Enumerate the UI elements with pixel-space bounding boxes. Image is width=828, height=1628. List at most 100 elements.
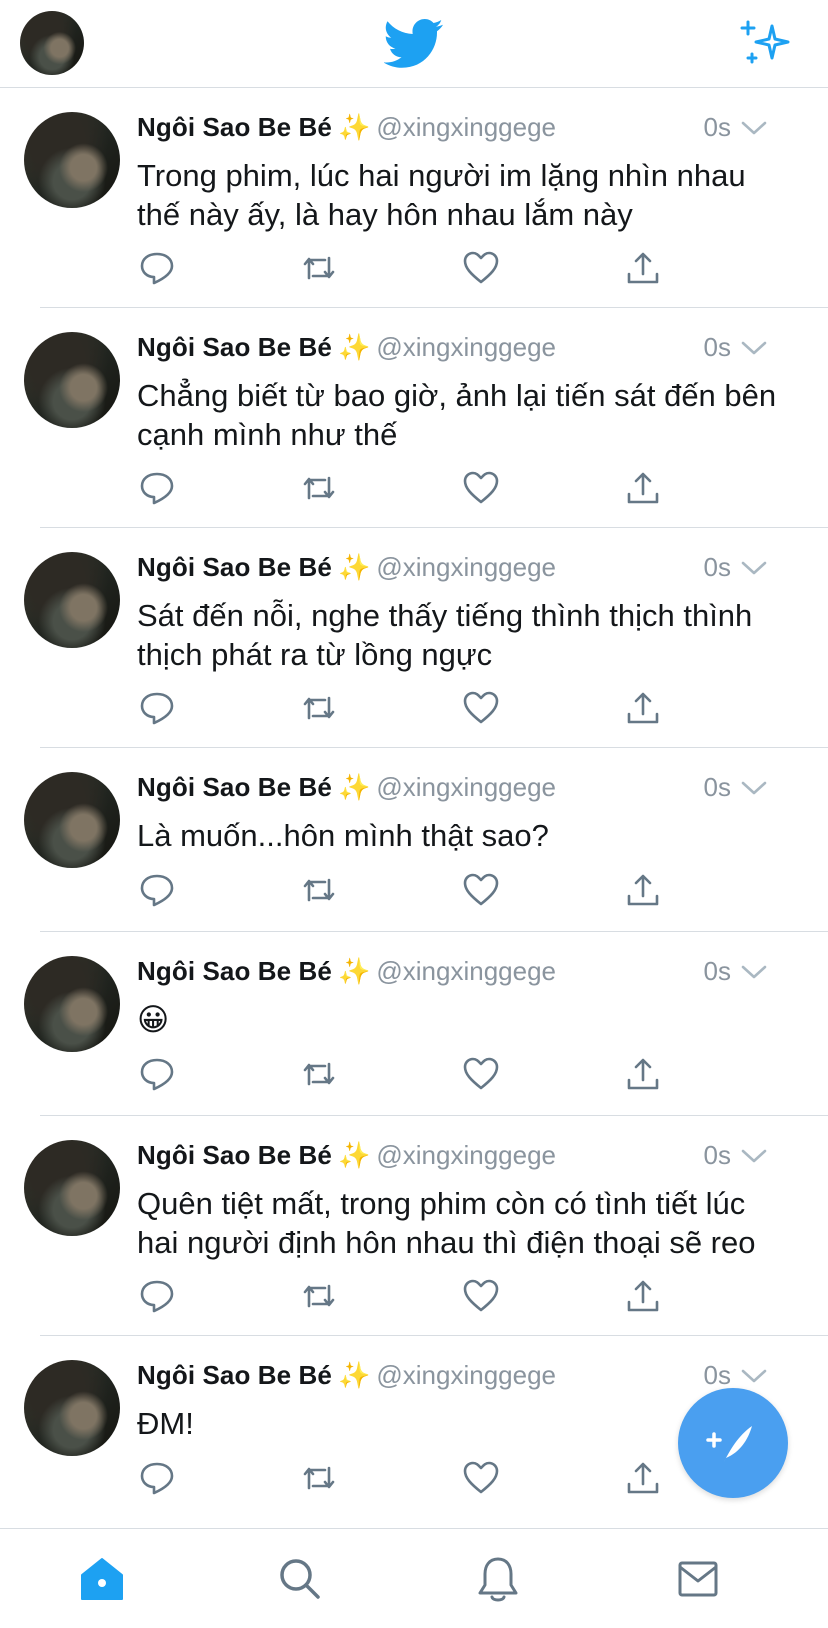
tweet-item[interactable]: Ngôi Sao Be Bé ✨ @xingxinggege 0s Trong ph… [0, 88, 828, 308]
avatar[interactable] [24, 956, 120, 1052]
tweet-text: Là muốn...hôn mình thật sao? [137, 818, 549, 853]
chevron-down-icon[interactable] [741, 1368, 767, 1384]
avatar[interactable] [24, 1360, 120, 1456]
retweet-icon[interactable] [299, 1458, 339, 1498]
display-name[interactable]: Ngôi Sao Be Bé [137, 552, 332, 582]
user-handle[interactable]: @xingxinggege [376, 1140, 556, 1170]
tweet-actions [137, 870, 717, 910]
sparkle-emoji: ✨ [338, 112, 371, 142]
tweet-header: Ngôi Sao Be Bé ✨ @xingxinggege 0s [137, 1140, 797, 1176]
retweet-icon[interactable] [299, 688, 339, 728]
search-icon[interactable] [276, 1555, 324, 1603]
sparkle-icon[interactable] [738, 18, 792, 68]
user-handle[interactable]: @xingxinggege [376, 956, 556, 986]
tweet-text: Chẳng biết từ bao giờ, ảnh lại tiến sát … [137, 378, 777, 452]
like-icon[interactable] [461, 1458, 501, 1498]
avatar[interactable] [24, 772, 120, 868]
like-icon[interactable] [461, 688, 501, 728]
tweet-actions [137, 1276, 717, 1316]
reply-icon[interactable] [137, 1276, 177, 1316]
user-handle[interactable]: @xingxinggege [376, 112, 556, 142]
twitter-bird-icon [384, 19, 443, 68]
sparkle-emoji: ✨ [338, 1360, 371, 1390]
compose-tweet-icon [706, 1426, 752, 1462]
chevron-down-icon[interactable] [741, 780, 767, 796]
messages-icon[interactable] [674, 1555, 722, 1603]
chevron-down-icon[interactable] [741, 120, 767, 136]
share-icon[interactable] [623, 870, 663, 910]
avatar[interactable] [24, 552, 120, 648]
tweet-header: Ngôi Sao Be Bé ✨ @xingxinggege 0s [137, 112, 797, 148]
like-icon[interactable] [461, 468, 501, 508]
reply-icon[interactable] [137, 870, 177, 910]
avatar[interactable] [24, 1140, 120, 1236]
retweet-icon[interactable] [299, 468, 339, 508]
like-icon[interactable] [461, 870, 501, 910]
top-header [0, 0, 828, 88]
timestamp: 0s [703, 112, 731, 142]
tweet-actions [137, 1054, 717, 1094]
compose-tweet-button[interactable] [678, 1388, 788, 1498]
sparkle-emoji: ✨ [338, 332, 371, 362]
share-icon[interactable] [623, 468, 663, 508]
like-icon[interactable] [461, 1276, 501, 1316]
tweet-header: Ngôi Sao Be Bé ✨ @xingxinggege 0s [137, 772, 797, 808]
share-icon[interactable] [623, 248, 663, 288]
like-icon[interactable] [461, 1054, 501, 1094]
tweet-text: Quên tiệt mất, trong phim còn có tình ti… [137, 1186, 756, 1260]
timestamp: 0s [703, 1140, 731, 1170]
retweet-icon[interactable] [299, 870, 339, 910]
chevron-down-icon[interactable] [741, 340, 767, 356]
share-icon[interactable] [623, 1054, 663, 1094]
chevron-down-icon[interactable] [741, 560, 767, 576]
display-name[interactable]: Ngôi Sao Be Bé [137, 332, 332, 362]
tweet-header: Ngôi Sao Be Bé ✨ @xingxinggege 0s [137, 1360, 797, 1396]
reply-icon[interactable] [137, 1458, 177, 1498]
home-icon[interactable] [78, 1555, 126, 1603]
user-handle[interactable]: @xingxinggege [376, 332, 556, 362]
display-name[interactable]: Ngôi Sao Be Bé [137, 1360, 332, 1390]
timestamp: 0s [703, 956, 731, 986]
display-name[interactable]: Ngôi Sao Be Bé [137, 112, 332, 142]
reply-icon[interactable] [137, 688, 177, 728]
retweet-icon[interactable] [299, 248, 339, 288]
timestamp: 0s [703, 552, 731, 582]
display-name[interactable]: Ngôi Sao Be Bé [137, 772, 332, 802]
tweet-actions [137, 1458, 717, 1498]
reply-icon[interactable] [137, 1054, 177, 1094]
timestamp: 0s [703, 772, 731, 802]
display-name[interactable]: Ngôi Sao Be Bé [137, 956, 332, 986]
chevron-down-icon[interactable] [741, 964, 767, 980]
tweet-actions [137, 468, 717, 508]
display-name[interactable]: Ngôi Sao Be Bé [137, 1140, 332, 1170]
share-icon[interactable] [623, 688, 663, 728]
tweet-item[interactable]: Ngôi Sao Be Bé ✨ @xingxinggege 0s Quên tiệ… [0, 1116, 828, 1336]
avatar[interactable] [24, 112, 120, 208]
sparkle-emoji: ✨ [338, 772, 371, 802]
user-handle[interactable]: @xingxinggege [376, 772, 556, 802]
retweet-icon[interactable] [299, 1054, 339, 1094]
user-handle[interactable]: @xingxinggege [376, 552, 556, 582]
chevron-down-icon[interactable] [741, 1148, 767, 1164]
tweet-item[interactable]: Ngôi Sao Be Bé ✨ @xingxinggege 0s Chẳng bi… [0, 308, 828, 528]
timestamp: 0s [703, 332, 731, 362]
tweet-header: Ngôi Sao Be Bé ✨ @xingxinggege 0s [137, 332, 797, 368]
user-handle[interactable]: @xingxinggege [376, 1360, 556, 1390]
avatar[interactable] [24, 332, 120, 428]
reply-icon[interactable] [137, 248, 177, 288]
tweet-header: Ngôi Sao Be Bé ✨ @xingxinggege 0s [137, 552, 797, 588]
bottom-tab-bar [0, 1528, 828, 1628]
profile-avatar[interactable] [20, 11, 84, 75]
share-icon[interactable] [623, 1458, 663, 1498]
retweet-icon[interactable] [299, 1276, 339, 1316]
sparkle-emoji: ✨ [338, 552, 371, 582]
like-icon[interactable] [461, 248, 501, 288]
reply-icon[interactable] [137, 468, 177, 508]
sparkle-emoji: ✨ [338, 1140, 371, 1170]
share-icon[interactable] [623, 1276, 663, 1316]
tweet-item[interactable]: Ngôi Sao Be Bé ✨ @xingxinggege 0s Là muốn.… [0, 748, 828, 932]
tweet-actions [137, 248, 717, 288]
notifications-icon[interactable] [474, 1555, 522, 1603]
tweet-item[interactable]: Ngôi Sao Be Bé ✨ @xingxinggege 0s 😀 [0, 932, 828, 1116]
tweet-item[interactable]: Ngôi Sao Be Bé ✨ @xingxinggege 0s Sát đến … [0, 528, 828, 748]
